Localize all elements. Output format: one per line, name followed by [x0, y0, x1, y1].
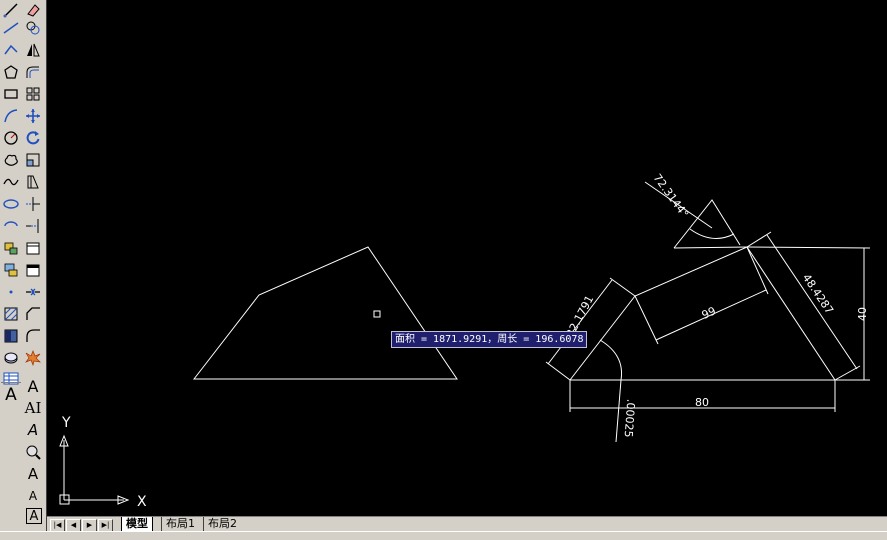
insert-block-icon[interactable]	[1, 238, 21, 258]
text-scale-icon[interactable]: A	[23, 486, 43, 506]
draw-toolbar: A	[0, 0, 23, 539]
offset-icon[interactable]	[23, 62, 43, 82]
trim-icon[interactable]	[23, 194, 43, 214]
ucs-x-label: X	[137, 494, 147, 510]
arc-icon[interactable]	[1, 106, 21, 126]
text-justify-icon[interactable]: A	[26, 508, 42, 524]
tab-layout1[interactable]: 布局1	[161, 517, 199, 531]
ellipse-arc-icon[interactable]	[1, 216, 21, 236]
line-icon[interactable]	[1, 0, 21, 20]
circle-icon[interactable]	[1, 128, 21, 148]
rotate-icon[interactable]	[23, 128, 43, 148]
polygon-icon[interactable]	[1, 62, 21, 82]
make-block-icon[interactable]	[1, 260, 21, 280]
gradient-icon[interactable]	[1, 326, 21, 346]
mirror-icon[interactable]	[23, 40, 43, 60]
extend-icon[interactable]	[23, 216, 43, 236]
join-icon[interactable]	[23, 282, 43, 302]
break-icon[interactable]	[23, 260, 43, 280]
find-text-icon[interactable]	[23, 442, 43, 462]
dim-arc-angle-text: .00025	[622, 399, 638, 438]
stretch-icon[interactable]	[23, 172, 43, 192]
edit-text-icon[interactable]: A	[23, 464, 43, 484]
text-style-icon[interactable]: A	[23, 376, 43, 396]
single-line-text-icon[interactable]: A	[23, 420, 43, 440]
spline-icon[interactable]	[1, 172, 21, 192]
ellipse-icon[interactable]	[1, 194, 21, 214]
explode-icon[interactable]	[23, 348, 43, 368]
tab-model[interactable]: 模型	[121, 517, 153, 532]
erase-icon[interactable]	[23, 0, 43, 20]
revision-cloud-icon[interactable]	[1, 150, 21, 170]
hatch-icon[interactable]	[1, 304, 21, 324]
dim-height-text: 40	[856, 307, 869, 321]
dim-base-text: 80	[695, 396, 709, 409]
drawing-canvas[interactable]: 40 48.4287 66 22.1791 .00025 72.3144° 80	[47, 0, 887, 516]
array-icon[interactable]	[23, 84, 43, 104]
multiline-text-icon[interactable]: A	[1, 382, 21, 407]
scale-icon[interactable]	[23, 150, 43, 170]
move-icon[interactable]	[23, 106, 43, 126]
polyline-icon[interactable]	[1, 40, 21, 60]
region-icon[interactable]	[1, 348, 21, 368]
rectangle-icon[interactable]	[1, 84, 21, 104]
point-icon[interactable]	[1, 282, 21, 302]
modify-toolbar: A AI A A A A	[22, 0, 47, 539]
ucs-y-label: Y	[61, 415, 71, 431]
construction-line-icon[interactable]	[1, 18, 21, 38]
break-at-point-icon[interactable]	[23, 238, 43, 258]
tab-layout2[interactable]: 布局2	[203, 517, 241, 531]
area-perimeter-tooltip: 面积 = 1871.9291，周长 = 196.6078	[391, 331, 588, 348]
fillet-icon[interactable]	[23, 326, 43, 346]
copy-icon[interactable]	[23, 18, 43, 38]
text-icon[interactable]: AI	[23, 398, 43, 418]
chamfer-icon[interactable]	[23, 304, 43, 324]
layout-tab-bar: |◀ ◀ ▶ ▶| 模型 布局1 布局2	[47, 516, 887, 532]
